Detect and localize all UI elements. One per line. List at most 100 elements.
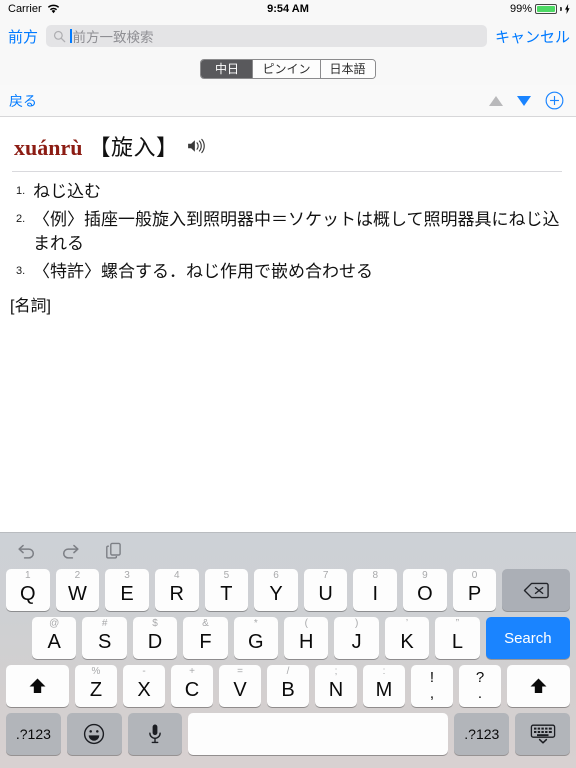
key-r[interactable]: 4R: [154, 569, 199, 611]
shift-up-arrow-icon: [29, 678, 46, 694]
key-label: B: [281, 679, 295, 701]
key-shift-left[interactable]: [6, 665, 69, 707]
speaker-icon[interactable]: [187, 138, 207, 154]
onscreen-keyboard: 1Q 2W 3E 4R 5T 6Y 7U 8I 9O 0P @ A # S $ …: [0, 532, 576, 768]
segment-pinyin[interactable]: ピンイン: [253, 59, 321, 78]
key-l[interactable]: ” L: [435, 617, 480, 659]
key-question-period[interactable]: ? .: [459, 665, 501, 707]
key-label: C: [184, 679, 200, 701]
key-emoji[interactable]: [66, 713, 122, 755]
key-label: P: [467, 583, 482, 605]
navigation-actions: [489, 91, 576, 110]
text-cursor: [70, 29, 72, 43]
key-dismiss-keyboard[interactable]: [515, 713, 571, 755]
key-b[interactable]: / B: [267, 665, 309, 707]
key-q[interactable]: 1Q: [5, 569, 50, 611]
key-label-primary: !: [429, 669, 435, 687]
key-y[interactable]: 6Y: [254, 569, 298, 611]
paste-icon[interactable]: [104, 541, 125, 561]
entry-content: xuánrù 【旋入】 1. ねじ込む 2. 〈例〉插座一般旋入到照明器中＝ソケ…: [0, 118, 576, 532]
key-label: R: [169, 583, 184, 605]
key-g[interactable]: * G: [233, 617, 279, 659]
keyboard-row-2: @ A # S $ D & F * G (H ) J ’ K ” L Search: [3, 617, 573, 659]
key-alt-label: 4: [173, 570, 180, 581]
search-field[interactable]: 前方一致検索: [46, 25, 487, 47]
key-alt-label: /: [286, 666, 290, 677]
list-item: 2. 〈例〉插座一般旋入到照明器中＝ソケットは概して照明器具にねじ込まれる: [16, 208, 560, 257]
undo-icon[interactable]: [16, 541, 37, 561]
key-x[interactable]: -X: [123, 665, 165, 707]
key-alt-label: 1: [25, 570, 31, 581]
triangle-up-icon[interactable]: [489, 95, 503, 106]
key-c[interactable]: + C: [171, 665, 213, 707]
emoji-smiley-icon: [84, 723, 105, 745]
list-item: 1. ねじ込む: [16, 180, 560, 205]
key-label: V: [233, 679, 247, 701]
key-alt-label: 0: [471, 570, 478, 581]
keyboard-rows: 1Q 2W 3E 4R 5T 6Y 7U 8I 9O 0P @ A # S $ …: [0, 569, 576, 755]
key-d[interactable]: $ D: [132, 617, 178, 659]
key-a[interactable]: @ A: [32, 617, 77, 659]
key-label: .?123: [464, 726, 500, 742]
key-n[interactable]: ; N: [315, 665, 357, 707]
microphone-icon: [149, 724, 161, 744]
key-alt-label: *: [253, 618, 258, 629]
prefix-match-button[interactable]: 前方: [0, 26, 44, 47]
keyboard-dismiss-icon: [530, 724, 555, 744]
sense-number: 2.: [16, 212, 26, 225]
key-p[interactable]: 0P: [452, 569, 497, 611]
key-j[interactable]: ) J: [334, 617, 379, 659]
key-dictation[interactable]: [127, 713, 183, 755]
key-label: Y: [269, 583, 283, 605]
key-t[interactable]: 5T: [204, 569, 249, 611]
segment-chinese-japanese[interactable]: 中日: [201, 59, 254, 78]
key-i[interactable]: 8I: [353, 569, 398, 611]
search-input[interactable]: 前方一致検索: [73, 26, 154, 46]
sense-text: 〈特許〉螺合する．ねじ作用で嵌め合わせる: [33, 261, 373, 281]
plus-circle-icon[interactable]: [545, 91, 564, 110]
key-e[interactable]: 3E: [105, 569, 149, 611]
key-alt-label: 8: [372, 570, 379, 581]
headword-text: 【旋入】: [88, 135, 179, 160]
key-f[interactable]: & F: [183, 617, 228, 659]
back-button[interactable]: 戻る: [0, 91, 37, 111]
key-alt-label: %: [91, 666, 101, 677]
key-numeric-right[interactable]: .?123: [454, 713, 510, 755]
key-label: G: [248, 631, 264, 653]
segment-japanese[interactable]: 日本語: [320, 59, 375, 78]
key-k[interactable]: ’ K: [384, 617, 430, 659]
key-label: .?123: [15, 726, 51, 742]
status-bar-right: 99%: [510, 3, 570, 15]
app-root: Carrier 9:54 AM 99% 前方 前方一致検索 キャンセル 中日 ピ…: [0, 0, 576, 768]
battery-cap: [560, 7, 562, 11]
key-label: U: [318, 583, 333, 605]
key-label: M: [375, 679, 393, 701]
key-alt-label: @: [49, 618, 60, 629]
headword-row: xuánrù 【旋入】: [0, 118, 576, 162]
key-exclamation-comma[interactable]: ! ,: [411, 665, 453, 707]
key-backspace[interactable]: [502, 569, 571, 611]
key-alt-label: 5: [223, 570, 230, 581]
key-o[interactable]: 9O: [403, 569, 447, 611]
key-space[interactable]: [188, 713, 449, 755]
key-z[interactable]: % Z: [75, 665, 117, 707]
key-h[interactable]: (H: [284, 617, 329, 659]
key-alt-label: ”: [455, 618, 460, 629]
key-s[interactable]: # S: [82, 617, 127, 659]
key-shift-right[interactable]: [507, 665, 570, 707]
key-label: E: [120, 583, 134, 605]
redo-icon[interactable]: [60, 541, 81, 561]
segmented-control[interactable]: 中日 ピンイン 日本語: [200, 58, 376, 79]
key-v[interactable]: = V: [219, 665, 261, 707]
keyboard-row-1: 1Q 2W 3E 4R 5T 6Y 7U 8I 9O 0P: [3, 569, 573, 611]
search-icon: [53, 30, 66, 42]
key-u[interactable]: 7U: [303, 569, 348, 611]
triangle-down-icon[interactable]: [517, 95, 531, 106]
key-alt-label: $: [152, 618, 158, 629]
key-search[interactable]: Search: [485, 617, 571, 659]
key-w[interactable]: 2W: [55, 569, 100, 611]
key-numeric-left[interactable]: .?123: [6, 713, 61, 755]
key-m[interactable]: :M: [363, 665, 405, 707]
key-alt-label: (: [304, 618, 308, 629]
cancel-button[interactable]: キャンセル: [489, 26, 576, 47]
